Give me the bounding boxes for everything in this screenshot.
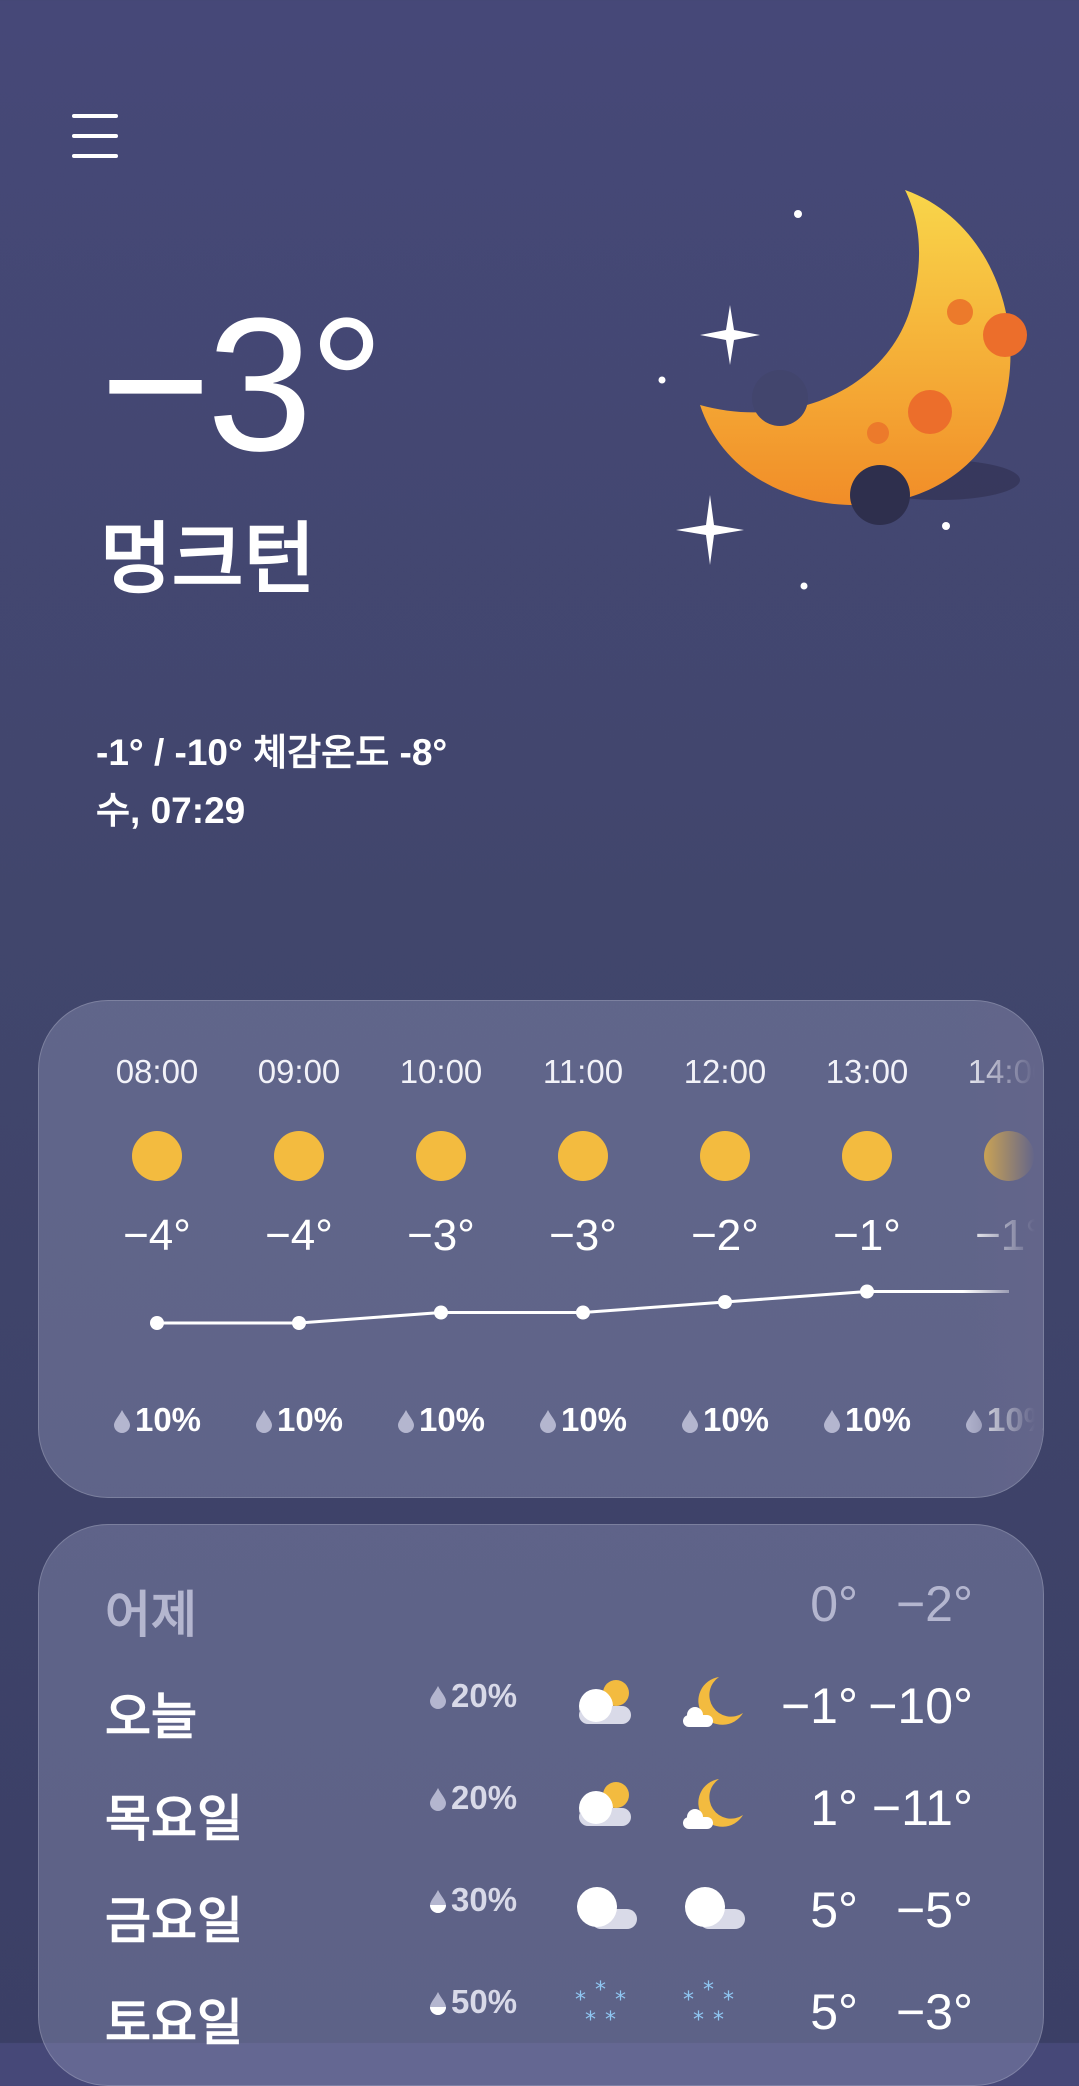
svg-text:*: *: [615, 1988, 626, 2013]
svg-text:*: *: [585, 2008, 596, 2033]
current-datetime: 수, 07:29: [96, 790, 246, 831]
day-low: −10°: [868, 1678, 973, 1734]
day-name: 어제: [105, 1587, 197, 1643]
sun-icon: [274, 1131, 324, 1181]
partly-cloudy-icon: [571, 1673, 641, 1733]
svg-text:*: *: [723, 1988, 734, 2013]
hour-time: 10:00: [399, 1053, 483, 1090]
hourly-item: 08:00 −4° 10%: [82, 1053, 232, 1439]
raindrop-icon: [430, 1992, 446, 2015]
hourly-item: 09:00 −4° 10%: [224, 1053, 374, 1439]
day-precipitation: 50%: [429, 1983, 517, 2021]
scroll-fade: [963, 1001, 1043, 1497]
day-low: −2°: [895, 1576, 973, 1632]
sun-icon: [842, 1131, 892, 1181]
current-temperature: −3°: [100, 279, 385, 491]
sun-icon: [132, 1131, 182, 1181]
hourly-item: 10:00 −3° 10%: [366, 1053, 516, 1439]
svg-text:*: *: [595, 1979, 606, 2003]
cloudy-icon: [679, 1877, 749, 1937]
day-high: 0°: [810, 1576, 858, 1632]
raindrop-icon: [430, 1890, 446, 1913]
daily-row[interactable]: 어제 0° −2°: [39, 1575, 1043, 1655]
hourly-item: 13:00 −1° 10%: [792, 1053, 942, 1439]
snow-icon: * * * * *: [571, 1978, 641, 2039]
svg-text:*: *: [713, 2008, 724, 2033]
hour-temperature: −2°: [691, 1211, 759, 1260]
menu-button[interactable]: [72, 112, 120, 160]
daily-forecast-card[interactable]: 어제 0° −2° 오늘 20% −1° −10° 목요일 20% 1° −11° 금요일 30% 5° −…: [38, 1524, 1044, 2086]
hour-time: 08:00: [115, 1053, 199, 1090]
sun-icon: [558, 1131, 608, 1181]
day-high: 5°: [810, 1882, 858, 1938]
raindrop-icon: [430, 1788, 446, 1811]
raindrop-icon: [539, 1410, 556, 1433]
raindrop-icon: [255, 1410, 272, 1433]
moon-weather-icon: [658, 190, 1027, 590]
daily-row[interactable]: 토요일 50% * * * * * * * * * * 5° −3°: [39, 1978, 1043, 2063]
daily-row[interactable]: 오늘 20% −1° −10°: [39, 1677, 1043, 1757]
hour-time: 12:00: [683, 1053, 767, 1090]
hour-temperature: −1°: [833, 1211, 901, 1260]
daily-row[interactable]: 금요일 30% 5° −5°: [39, 1881, 1043, 1961]
hourly-item: 12:00 −2° 10%: [650, 1053, 800, 1439]
raindrop-icon: [681, 1410, 698, 1433]
hour-precipitation: 10%: [224, 1401, 374, 1439]
moon-cloud-icon: [679, 1775, 749, 1835]
raindrop-icon: [113, 1410, 130, 1433]
svg-text:*: *: [703, 1979, 714, 2003]
svg-text:*: *: [605, 2008, 616, 2033]
raindrop-icon: [397, 1410, 414, 1433]
partly-cloudy-icon: [571, 1775, 641, 1835]
hour-precipitation: 10%: [366, 1401, 516, 1439]
hour-precipitation: 10%: [82, 1401, 232, 1439]
hour-precipitation: 10%: [792, 1401, 942, 1439]
cloudy-icon: [571, 1877, 641, 1937]
day-precipitation: 20%: [429, 1677, 517, 1715]
day-low: −5°: [895, 1882, 973, 1938]
sun-icon: [700, 1131, 750, 1181]
day-high: 5°: [810, 1984, 858, 2040]
day-name: 금요일: [105, 1893, 243, 1949]
svg-text:*: *: [693, 2008, 704, 2033]
raindrop-icon: [430, 1686, 446, 1709]
hour-temperature: −4°: [265, 1211, 333, 1260]
day-high: 1°: [810, 1780, 858, 1836]
hour-time: 11:00: [542, 1053, 624, 1090]
hourly-forecast-card[interactable]: 08:00 −4° 10% 09:00 −4° 10% 10:00 −3° 10% 11:00 −3…: [38, 1000, 1044, 1498]
hour-time: 09:00: [257, 1053, 341, 1090]
raindrop-icon: [823, 1410, 840, 1433]
hour-precipitation: 10%: [650, 1401, 800, 1439]
day-name: 토요일: [105, 1995, 243, 2051]
hour-temperature: −4°: [123, 1211, 191, 1260]
hourly-item: 11:00 −3° 10%: [508, 1053, 658, 1439]
day-precipitation: 20%: [429, 1779, 517, 1817]
sun-icon: [416, 1131, 466, 1181]
snow-icon: * * * * *: [679, 1978, 749, 2039]
hour-precipitation: 10%: [508, 1401, 658, 1439]
day-name: 오늘: [105, 1689, 197, 1745]
day-low: −3°: [895, 1984, 973, 2040]
day-precipitation: 30%: [429, 1881, 517, 1919]
moon-cloud-icon: [679, 1673, 749, 1733]
day-high: −1°: [780, 1678, 858, 1734]
min-max-feels-like: -1° / -10° 체감온도 -8°: [96, 732, 448, 773]
hour-temperature: −3°: [407, 1211, 475, 1260]
hour-temperature: −3°: [549, 1211, 617, 1260]
hour-time: 13:00: [825, 1053, 909, 1090]
day-low: −11°: [871, 1780, 973, 1836]
day-name: 목요일: [105, 1791, 243, 1847]
daily-row[interactable]: 목요일 20% 1° −11°: [39, 1779, 1043, 1859]
city-name: 멍크턴: [100, 515, 316, 603]
